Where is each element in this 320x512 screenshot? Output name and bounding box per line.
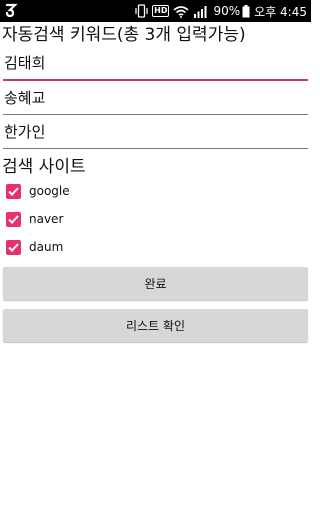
site-option-naver[interactable]: naver	[0, 205, 311, 233]
keyword-section-title: 자동검색 키워드(총 3개 입력가능)	[2, 25, 246, 45]
vibrate-icon	[135, 4, 148, 18]
site-label-naver: naver	[29, 212, 64, 226]
battery-percent: 90%	[213, 4, 241, 18]
clock: 오후 4:45	[254, 4, 307, 19]
keyword-input-3[interactable]: 한가인	[3, 115, 308, 149]
main-content: 자동검색 키워드(총 3개 입력가능) 김태희 송혜교 한가인 검색 사이트 g…	[0, 22, 311, 342]
status-bar: HD 90% 오후 4:45	[0, 0, 311, 22]
checkmark-icon	[8, 242, 19, 252]
list-check-button[interactable]: 리스트 확인	[3, 309, 308, 342]
app-notification-icon	[4, 2, 18, 21]
battery-icon	[242, 4, 250, 17]
checkbox-google[interactable]	[6, 183, 21, 199]
keyword-input-2-value: 송혜교	[4, 89, 46, 107]
battery-indicator: 90%	[213, 4, 250, 18]
wifi-icon	[173, 5, 190, 18]
keyword-input-1[interactable]: 김태희	[3, 46, 308, 81]
checkmark-icon	[8, 186, 19, 196]
done-button[interactable]: 완료	[3, 267, 308, 300]
site-label-google: google	[29, 184, 70, 198]
checkbox-daum[interactable]	[6, 239, 21, 255]
site-label-daum: daum	[29, 240, 64, 254]
hd-voice-icon: HD	[152, 5, 170, 17]
site-section-title: 검색 사이트	[2, 157, 86, 177]
checkmark-icon	[8, 214, 19, 224]
keyword-input-2[interactable]: 송혜교	[3, 81, 308, 115]
keyword-input-3-value: 한가인	[4, 123, 46, 141]
checkbox-naver[interactable]	[6, 211, 21, 227]
site-option-daum[interactable]: daum	[0, 233, 311, 261]
keyword-input-1-value: 김태희	[4, 54, 46, 72]
site-option-google[interactable]: google	[0, 177, 311, 205]
signal-icon	[193, 5, 209, 18]
